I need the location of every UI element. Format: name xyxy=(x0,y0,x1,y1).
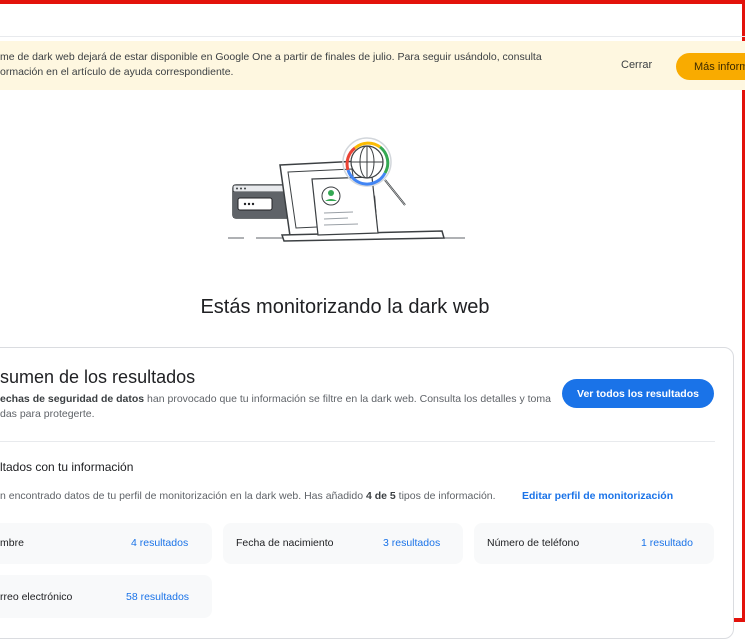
card-divider xyxy=(0,441,715,442)
summary-description-bold: echas de seguridad de datos xyxy=(0,393,145,405)
results-desc-pre: n encontrado datos de tu perfil de monit… xyxy=(0,490,366,502)
page-title: Estás monitorizando la dark web xyxy=(200,296,490,318)
result-tile-label: rreo electrónico xyxy=(0,591,73,603)
result-tile-count[interactable]: 1 resultado xyxy=(641,537,693,549)
dark-web-monitoring-illustration xyxy=(228,137,465,242)
summary-title: sumen de los resultados xyxy=(0,367,196,387)
banner-close-button[interactable]: Cerrar xyxy=(617,57,656,73)
results-section-description: n encontrado datos de tu perfil de monit… xyxy=(0,490,496,502)
banner-message: me de dark web dejará de estar disponibl… xyxy=(0,50,560,80)
result-tile-label: Número de teléfono xyxy=(487,537,580,549)
banner-more-info-button[interactable]: Más inform xyxy=(676,53,745,80)
result-tile-name[interactable]: mbre 4 resultados xyxy=(0,523,212,564)
result-tile-birthdate[interactable]: Fecha de nacimiento 3 resultados xyxy=(223,523,463,564)
results-desc-count: 4 de 5 xyxy=(365,490,396,502)
summary-description-line-2: das para protegerte. xyxy=(0,408,95,420)
deprecation-banner: me de dark web dejará de estar disponibl… xyxy=(0,41,745,90)
result-tile-label: mbre xyxy=(0,537,24,549)
result-tile-phone[interactable]: Número de teléfono 1 resultado xyxy=(474,523,714,564)
result-tile-count[interactable]: 3 resultados xyxy=(383,537,440,549)
result-tile-count[interactable]: 4 resultados xyxy=(131,537,188,549)
result-tile-email[interactable]: rreo electrónico 58 resultados xyxy=(0,575,212,618)
summary-description-line-1: echas de seguridad de datos han provocad… xyxy=(0,392,560,407)
result-tile-count[interactable]: 58 resultados xyxy=(126,591,189,603)
summary-description-rest: han provocado que tu información se filt… xyxy=(144,393,551,405)
results-desc-post: tipos de información. xyxy=(395,490,496,502)
banner-message-line-2: ormación en el artículo de ayuda corresp… xyxy=(0,66,234,78)
results-section-title: ltados con tu información xyxy=(0,460,134,474)
top-bar-divider xyxy=(0,36,745,37)
edit-monitoring-profile-link[interactable]: Editar perfil de monitorización xyxy=(522,490,673,502)
result-tile-label: Fecha de nacimiento xyxy=(236,537,334,549)
screenshot-frame-top xyxy=(0,0,745,4)
view-all-results-button[interactable]: Ver todos los resultados xyxy=(562,379,714,408)
banner-message-line-1: me de dark web dejará de estar disponibl… xyxy=(0,51,542,63)
summary-description: echas de seguridad de datos han provocad… xyxy=(0,392,560,422)
